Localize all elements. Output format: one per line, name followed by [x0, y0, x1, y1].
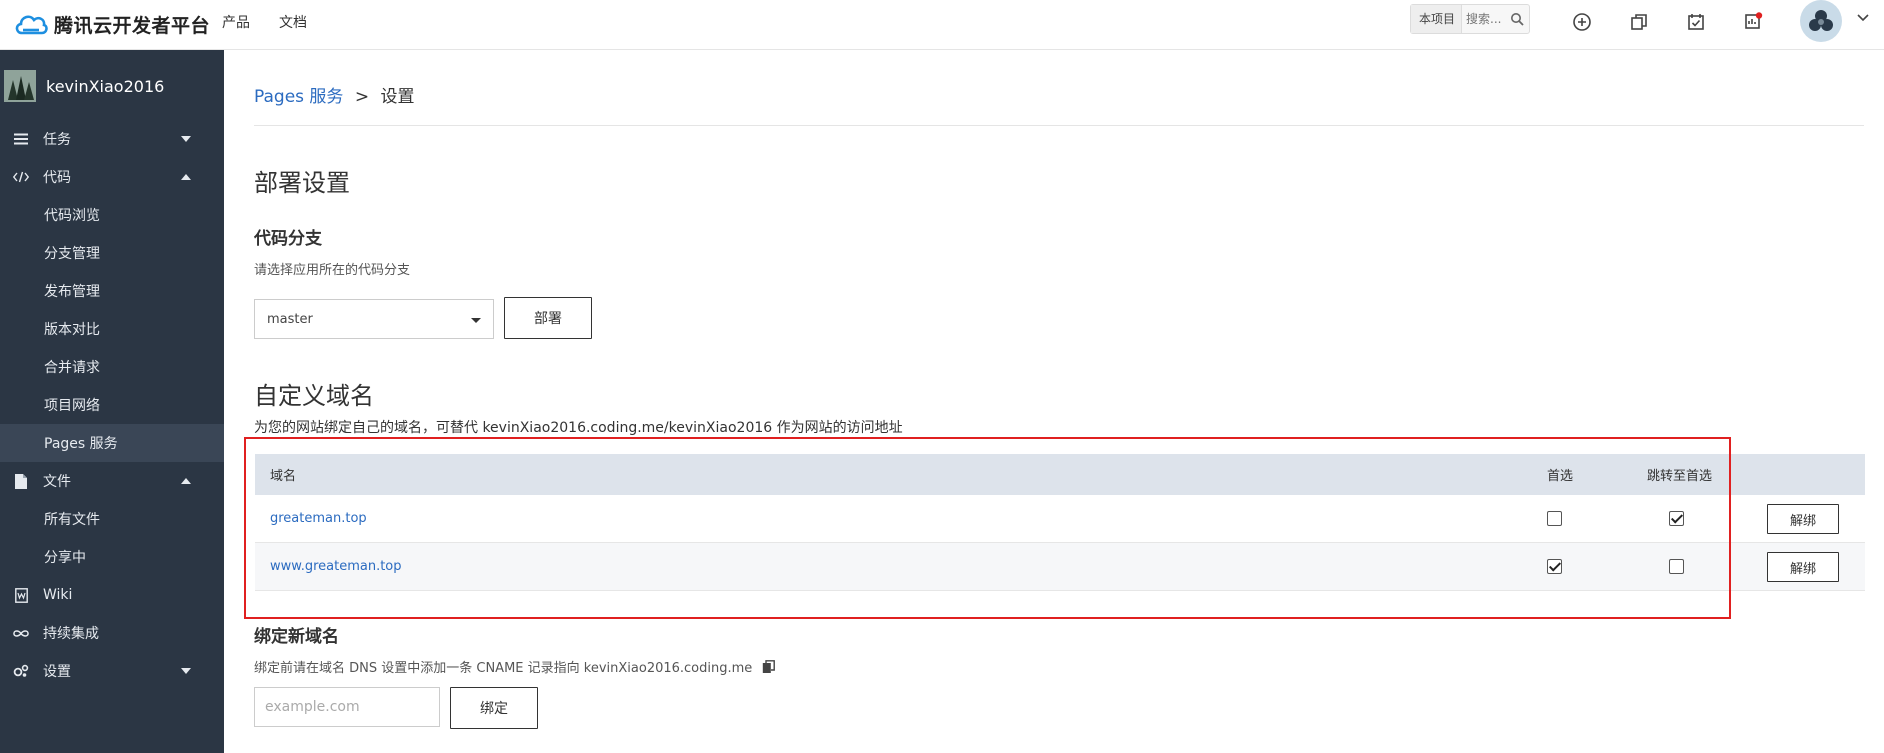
branch-description: 请选择应用所在的代码分支	[254, 263, 411, 278]
sidebar-item-all-files[interactable]: 所有文件	[0, 500, 224, 538]
sidebar-item-branches[interactable]: 分支管理	[0, 234, 224, 272]
search-box: 本项目	[1410, 4, 1530, 34]
nav-docs[interactable]: 文档	[279, 12, 307, 32]
sidebar-item-releases[interactable]: 发布管理	[0, 272, 224, 310]
domain-link[interactable]: www.greateman.top	[270, 559, 402, 574]
gears-icon	[13, 663, 29, 679]
unbind-button[interactable]: 解绑	[1767, 552, 1839, 582]
redirect-checkbox[interactable]	[1669, 511, 1684, 526]
sidebar-item-tasks[interactable]: 任务	[0, 120, 224, 158]
avatar-image-icon	[1809, 10, 1833, 31]
owner-avatar	[4, 70, 36, 102]
brand-logo[interactable]: 腾讯云开发者平台	[14, 8, 210, 40]
caret-up-icon	[181, 478, 191, 484]
tasks-icon	[13, 131, 29, 147]
sidebar-item-network[interactable]: 项目网络	[0, 386, 224, 424]
caret-down-icon	[181, 136, 191, 142]
forest-image-icon	[4, 70, 36, 102]
sidebar-item-compare[interactable]: 版本对比	[0, 310, 224, 348]
project-owner[interactable]: kevinXiao2016	[4, 68, 164, 104]
brand-name: 腾讯云开发者平台	[54, 14, 211, 37]
infinity-icon	[13, 625, 29, 641]
notification-icon[interactable]	[1741, 10, 1765, 34]
cloud-logo-icon	[15, 15, 48, 35]
owner-name: kevinXiao2016	[46, 76, 165, 96]
branch-title: 代码分支	[254, 229, 322, 249]
sidebar-item-label: 代码	[43, 170, 71, 186]
bind-domain-description-text: 绑定前请在域名 DNS 设置中添加一条 CNAME 记录指向 kevinXiao…	[254, 661, 753, 676]
breadcrumb-parent-link[interactable]: Pages 服务	[254, 87, 343, 107]
column-header-redirect: 跳转至首选	[1647, 469, 1713, 484]
deploy-button[interactable]: 部署	[504, 297, 592, 339]
search-input[interactable]	[1462, 12, 1511, 26]
file-icon	[13, 473, 29, 489]
sidebar-item-label: 持续集成	[43, 626, 99, 642]
divider	[254, 125, 1864, 126]
redirect-checkbox[interactable]	[1669, 559, 1684, 574]
domain-link[interactable]: greateman.top	[270, 511, 367, 526]
table-row: greateman.top 解绑	[255, 495, 1865, 543]
sidebar-item-pages[interactable]: Pages 服务	[0, 424, 224, 462]
top-bar: 腾讯云开发者平台 产品 文档 本项目	[0, 0, 1884, 50]
table-row: www.greateman.top 解绑	[255, 543, 1865, 591]
sidebar-item-settings[interactable]: 设置	[0, 652, 224, 690]
sidebar-item-code[interactable]: 代码	[0, 158, 224, 196]
wiki-icon	[13, 587, 29, 603]
sidebar-item-ci[interactable]: 持续集成	[0, 614, 224, 652]
breadcrumb-current: 设置	[380, 87, 415, 107]
chevron-down-icon[interactable]	[1856, 13, 1870, 23]
search-icon[interactable]	[1510, 12, 1524, 26]
caret-down-icon	[471, 318, 481, 323]
user-avatar[interactable]	[1800, 0, 1842, 42]
preferred-checkbox[interactable]	[1547, 559, 1562, 574]
copy-icon[interactable]	[762, 659, 776, 674]
column-header-preferred: 首选	[1547, 469, 1574, 484]
sidebar-item-label: Wiki	[43, 587, 73, 603]
sidebar-item-wiki[interactable]: Wiki	[0, 576, 224, 614]
calendar-check-icon[interactable]	[1684, 10, 1708, 34]
deploy-settings-title: 部署设置	[254, 169, 350, 197]
sidebar: kevinXiao2016 任务 代码 代码浏览 分支管理 发布管理 版本对比 …	[0, 50, 224, 753]
custom-domain-title: 自定义域名	[254, 382, 374, 410]
bind-button[interactable]: 绑定	[450, 687, 538, 729]
branch-select-value: master	[267, 311, 313, 327]
caret-down-icon	[181, 668, 191, 674]
bind-domain-description: 绑定前请在域名 DNS 设置中添加一条 CNAME 记录指向 kevinXiao…	[254, 657, 776, 676]
sidebar-item-merge-requests[interactable]: 合并请求	[0, 348, 224, 386]
sidebar-item-code-browse[interactable]: 代码浏览	[0, 196, 224, 234]
preferred-checkbox[interactable]	[1547, 511, 1562, 526]
breadcrumb-separator: >	[354, 87, 370, 107]
unbind-button[interactable]: 解绑	[1767, 504, 1839, 534]
sidebar-item-sharing[interactable]: 分享中	[0, 538, 224, 576]
nav-products[interactable]: 产品	[222, 12, 250, 32]
sidebar-item-label: 任务	[43, 132, 71, 148]
plus-circle-icon[interactable]	[1570, 10, 1594, 34]
copy-icon[interactable]	[1627, 10, 1651, 34]
breadcrumb: Pages 服务 > 设置	[254, 82, 414, 107]
sidebar-item-label: 设置	[43, 664, 71, 680]
bind-domain-title: 绑定新域名	[254, 627, 339, 647]
domain-input[interactable]	[254, 687, 440, 727]
branch-select[interactable]: master	[254, 299, 494, 339]
custom-domain-description: 为您的网站绑定自己的域名，可替代 kevinXiao2016.coding.me…	[254, 420, 903, 436]
caret-up-icon	[181, 174, 191, 180]
sidebar-item-label: 文件	[43, 474, 71, 490]
column-header-domain: 域名	[270, 469, 297, 484]
code-icon	[13, 169, 29, 185]
table-header: 域名 首选 跳转至首选	[255, 454, 1865, 495]
sidebar-item-files[interactable]: 文件	[0, 462, 224, 500]
search-scope[interactable]: 本项目	[1411, 5, 1463, 33]
